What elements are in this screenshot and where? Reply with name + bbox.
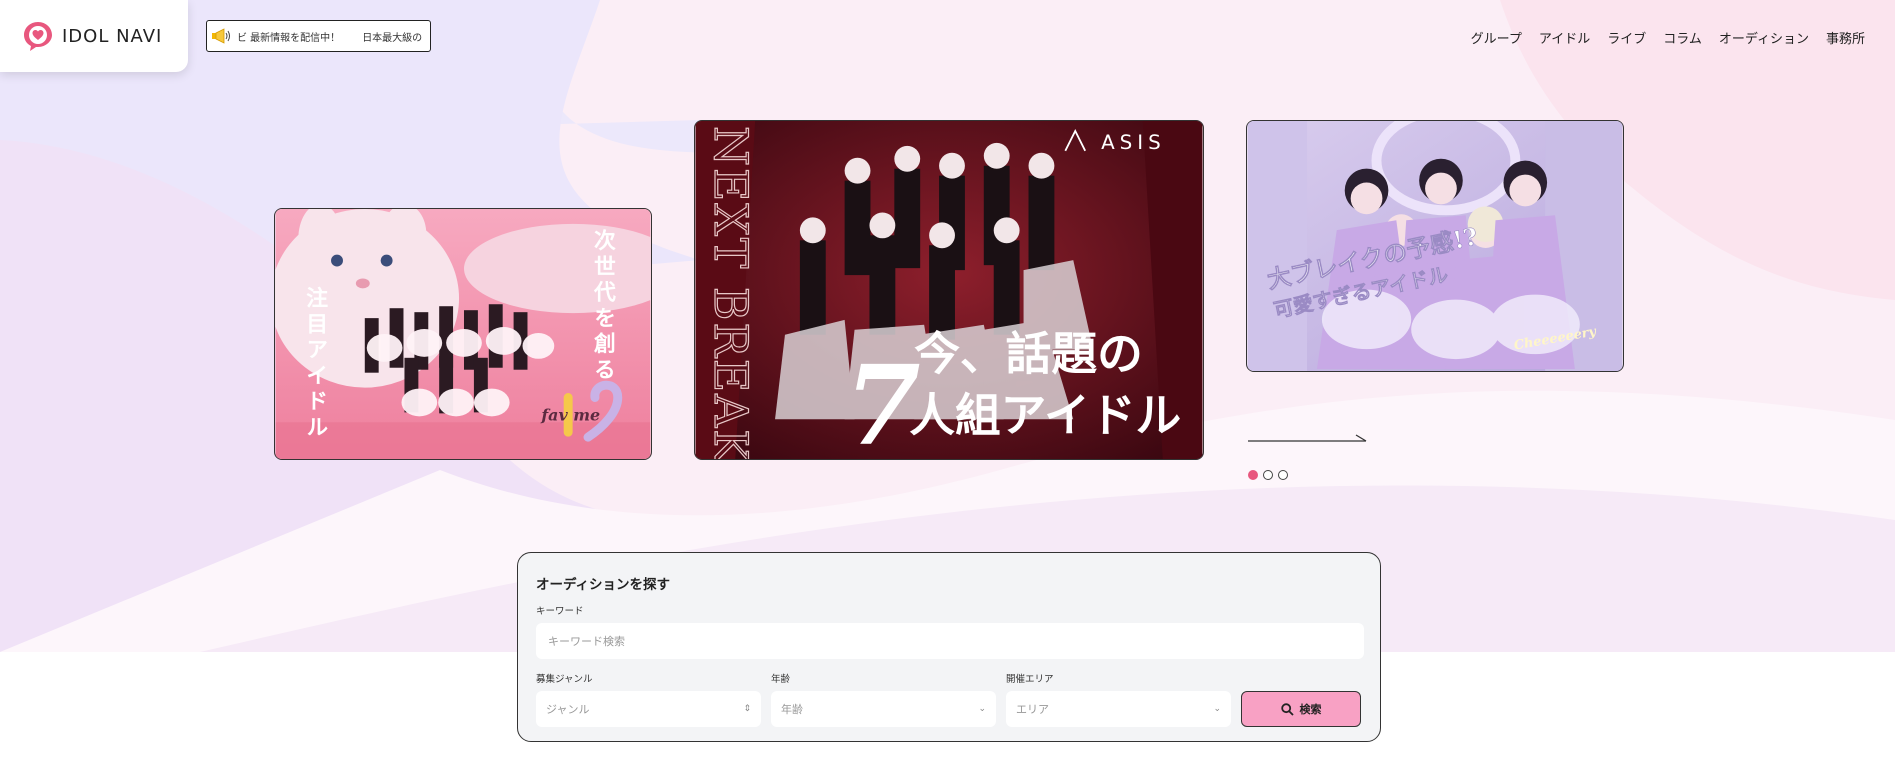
genre-select-value: ジャンル	[546, 703, 590, 716]
search-button[interactable]: 検索	[1241, 691, 1361, 727]
keyword-input[interactable]: キーワード検索	[536, 623, 1364, 659]
nav-item-audition[interactable]: オーディション	[1719, 28, 1809, 47]
area-select[interactable]: エリア ⌄	[1006, 691, 1231, 727]
age-label: 年齢	[771, 674, 791, 685]
updown-chevron-icon: ⇕	[743, 704, 751, 714]
area-label: 開催エリア	[1006, 674, 1054, 685]
slide-favme-image: 次世代を創る 注目アイドル fav me	[275, 209, 651, 459]
slide-asis-side-text: NEXT BREAK	[704, 126, 757, 459]
next-arrow-icon[interactable]	[1248, 432, 1368, 446]
megaphone-icon	[212, 28, 230, 44]
nav-item-agency[interactable]: 事務所	[1826, 28, 1865, 47]
age-select-value: 年齢	[781, 703, 803, 716]
slide-favme-headline-left: 注目アイドル	[303, 286, 328, 442]
slide-asis-line2: 人組アイドル	[909, 388, 1181, 442]
audition-search-panel: オーディションを探す キーワード キーワード検索 募集ジャンル ジャンル ⇕ 年…	[517, 552, 1381, 742]
area-select-value: エリア	[1016, 703, 1049, 716]
slide-asis[interactable]: NEXT BREAK ASIS 7 今、話題の 人組アイドル	[694, 120, 1204, 460]
main-nav: グループ アイドル ライブ コラム オーディション 事務所	[1471, 28, 1865, 47]
ticker-text-2: 日本最大級の	[362, 32, 423, 44]
chevron-down-icon: ⌄	[1213, 704, 1221, 714]
genre-select[interactable]: ジャンル ⇕	[536, 691, 761, 727]
ticker-text-1: ビ 最新情報を配信中！	[237, 32, 341, 44]
slide-favme-headline-right: 次世代を創る	[590, 228, 616, 384]
age-select[interactable]: 年齢 ⌄	[771, 691, 996, 727]
panel-title: オーディションを探す	[536, 577, 671, 593]
nav-item-column[interactable]: コラム	[1663, 28, 1702, 47]
search-icon	[1280, 702, 1294, 716]
chevron-down-icon: ⌄	[978, 704, 986, 714]
slide-asis-image: NEXT BREAK ASIS 7 今、話題の 人組アイドル	[695, 121, 1203, 459]
search-button-label: 検索	[1299, 703, 1322, 716]
slide-asis-line1: 今、話題の	[914, 327, 1143, 381]
logo-text: IDOL NAVI	[62, 25, 163, 47]
heart-chat-icon	[24, 22, 52, 51]
keyword-label: キーワード	[536, 606, 584, 617]
nav-item-live[interactable]: ライブ	[1607, 28, 1646, 47]
nav-item-idols[interactable]: アイドル	[1539, 28, 1590, 47]
genre-label: 募集ジャンル	[536, 674, 593, 685]
slider-dot-1[interactable]	[1248, 470, 1258, 480]
slide-favme-brand: fav me	[540, 405, 600, 424]
slider-dot-3[interactable]	[1278, 470, 1288, 480]
slide-favme[interactable]: 次世代を創る 注目アイドル fav me	[274, 208, 652, 460]
slider-dots	[1248, 470, 1288, 480]
slide-cheeeeeery-image: 大ブレイクの予感!? 可愛すぎるアイドル Cheeeeeery	[1247, 121, 1623, 371]
slide-cheeeeeery[interactable]: 大ブレイクの予感!? 可愛すぎるアイドル Cheeeeeery	[1246, 120, 1624, 372]
news-ticker[interactable]: ビ 最新情報を配信中！ 日本最大級の	[206, 20, 431, 52]
logo[interactable]: IDOL NAVI	[0, 0, 188, 72]
slider-dot-2[interactable]	[1263, 470, 1273, 480]
nav-item-groups[interactable]: グループ	[1471, 28, 1522, 47]
slide-asis-brand: ASIS	[1101, 131, 1166, 154]
